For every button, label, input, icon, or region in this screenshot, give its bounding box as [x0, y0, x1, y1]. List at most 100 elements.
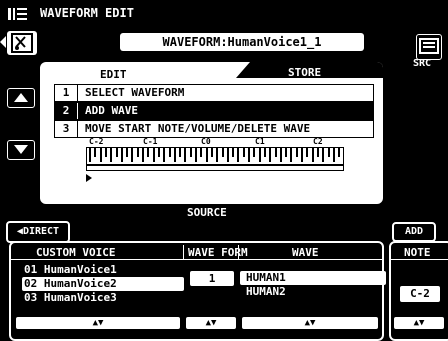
- keyboard-key: [263, 148, 266, 157]
- waveform-name-field[interactable]: WAVEFORM:HumanVoice1_1: [120, 33, 364, 51]
- keyboard-key: [216, 148, 219, 162]
- tab-edit[interactable]: EDIT: [100, 68, 127, 81]
- custom-voice-item[interactable]: 03 HumanVoice3: [22, 291, 184, 305]
- keyboard-key: [301, 148, 303, 162]
- keyboard-label: C-2: [89, 137, 104, 146]
- src-label: SRC: [413, 58, 432, 69]
- keyboard-key: [94, 148, 97, 157]
- note-scroll-button[interactable]: ▲▼: [394, 317, 444, 329]
- keyboard-label: C2: [313, 137, 323, 146]
- keyboard-key: [110, 148, 113, 162]
- column-header-wave: WAVE: [292, 246, 319, 259]
- menu-item-label: MOVE START NOTE/VOLUME/DELETE WAVE: [85, 122, 311, 135]
- keyboard-key: [173, 148, 176, 162]
- keyboard-key: [157, 148, 160, 157]
- header-divider: [389, 259, 448, 260]
- keyboard-key: [205, 148, 208, 162]
- page-down-button[interactable]: [7, 140, 35, 160]
- custom-voice-item-selected[interactable]: 02 HumanVoice2: [22, 277, 184, 291]
- add-button[interactable]: ADD: [392, 222, 436, 242]
- keyboard-key: [210, 148, 213, 157]
- custom-voice-item[interactable]: 01 HumanVoice1: [22, 263, 184, 277]
- menu-item-label: ADD WAVE: [85, 104, 138, 117]
- keyboard-key: [237, 148, 240, 162]
- keyboard-key: [290, 148, 293, 162]
- menu-item-add-wave[interactable]: 2 ADD WAVE: [54, 102, 374, 120]
- tab-store[interactable]: STORE: [288, 66, 321, 79]
- menu-item-number: 2: [55, 103, 78, 119]
- wave-item-selected[interactable]: HUMAN1: [240, 271, 386, 285]
- menu-item-label: SELECT WAVEFORM: [85, 86, 185, 99]
- keyboard-key: [269, 148, 272, 162]
- keyboard-key: [285, 148, 288, 157]
- keyboard-key: [89, 148, 91, 162]
- direct-label: DIRECT: [22, 226, 60, 237]
- start-note-marker-icon: [86, 174, 92, 182]
- keyboard-key: [179, 148, 182, 157]
- source-title: SOURCE: [187, 206, 227, 219]
- page-title: WAVEFORM EDIT: [40, 6, 134, 20]
- column-header-note: NOTE: [404, 246, 431, 259]
- keyboard-key: [115, 148, 118, 157]
- back-button[interactable]: [7, 31, 37, 55]
- column-divider: [238, 245, 239, 259]
- column-header-custom-voice: CUSTOM VOICE: [36, 246, 116, 259]
- keyboard-key: [338, 148, 341, 157]
- keyboard-key: [274, 148, 277, 157]
- keyboard-key: [327, 148, 330, 157]
- page-up-button[interactable]: [7, 88, 35, 108]
- keyboard-key: [221, 148, 224, 157]
- header-divider: [9, 259, 384, 260]
- src-icon[interactable]: [416, 34, 442, 60]
- keyboard-key: [279, 148, 282, 162]
- keyboard-range-bar: [87, 164, 343, 166]
- column-divider: [183, 245, 184, 259]
- wave-scroll-button[interactable]: ▲▼: [242, 317, 378, 329]
- keyboard-label: C-1: [143, 137, 158, 146]
- direct-button[interactable]: ◀DIRECT: [6, 221, 70, 243]
- down-arrow-icon: [14, 145, 28, 154]
- keyboard-key: [248, 148, 250, 162]
- keyboard-key: [306, 148, 309, 157]
- keyboard-range[interactable]: C-2 C-1 C0 C1 C2: [86, 137, 344, 171]
- keyboard-label: C1: [255, 137, 265, 146]
- keyboard-key: [184, 148, 187, 162]
- keyboard-key: [332, 148, 335, 162]
- keyboard-key: [142, 148, 144, 162]
- keyboard-key: [147, 148, 150, 157]
- keyboard-key: [295, 148, 298, 157]
- keyboard-key: [131, 148, 134, 162]
- wave-form-number[interactable]: 1: [190, 271, 234, 286]
- note-value[interactable]: C-2: [400, 286, 440, 302]
- menu-item-move-start-note[interactable]: 3 MOVE START NOTE/VOLUME/DELETE WAVE: [54, 120, 374, 138]
- keyboard-key: [120, 148, 123, 162]
- keyboard-key: [316, 148, 319, 157]
- keyboard-key: [253, 148, 256, 157]
- keyboard-key: [322, 148, 325, 162]
- keyboard-key: [232, 148, 235, 157]
- wave-item[interactable]: HUMAN2: [240, 285, 386, 299]
- keyboard-key: [126, 148, 129, 157]
- up-arrow-icon: [14, 93, 28, 102]
- wave-form-scroll-button[interactable]: ▲▼: [186, 317, 236, 329]
- keyboard-key: [152, 148, 155, 162]
- keyboard-key: [163, 148, 166, 162]
- menu-item-number: 3: [55, 121, 78, 137]
- edit-panel: EDIT STORE 1 SELECT WAVEFORM 2 ADD WAVE …: [40, 62, 383, 204]
- keyboard-key: [311, 148, 314, 162]
- keyboard-key: [258, 148, 261, 162]
- waveform-menu-icon: [8, 6, 28, 20]
- add-label: ADD: [404, 226, 424, 237]
- keyboard-key: [104, 148, 107, 157]
- keyboard-key: [189, 148, 192, 157]
- menu-item-select-waveform[interactable]: 1 SELECT WAVEFORM: [54, 84, 374, 102]
- scissors-icon: [11, 33, 33, 53]
- menu-item-number: 1: [55, 85, 78, 101]
- keyboard-key: [99, 148, 102, 162]
- back-arrow-icon: [0, 36, 6, 48]
- keyboard-key: [168, 148, 171, 157]
- custom-voice-scroll-button[interactable]: ▲▼: [16, 317, 180, 329]
- keyboard-label: C0: [201, 137, 211, 146]
- keyboard-key: [200, 148, 203, 157]
- keyboard-key: [226, 148, 229, 162]
